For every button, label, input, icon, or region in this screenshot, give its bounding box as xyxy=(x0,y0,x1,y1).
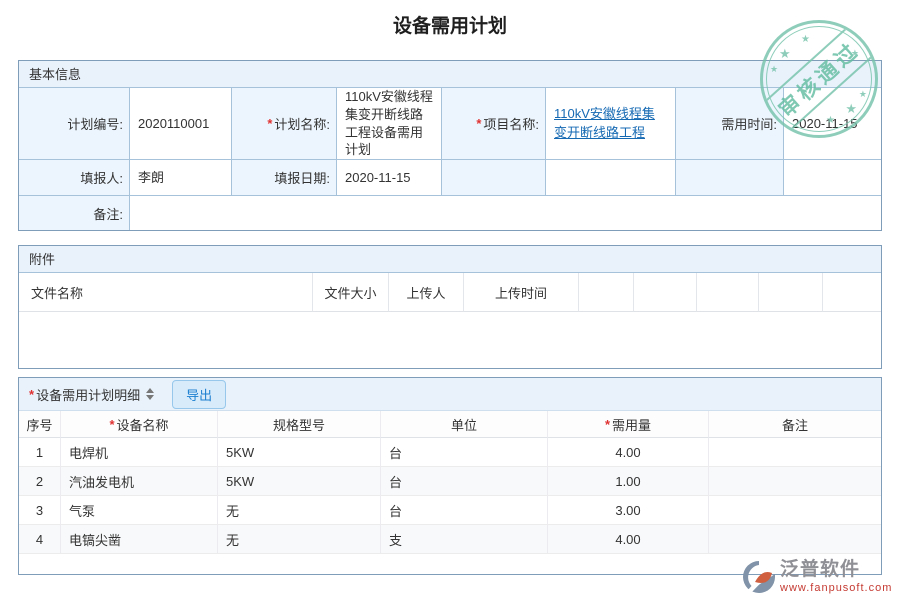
reporter-label: 填报人: xyxy=(19,160,130,196)
table-row: 2 汽油发电机 5KW 台 1.00 xyxy=(19,467,881,496)
required-mark: * xyxy=(267,116,272,131)
equipment-name: 电镐尖凿 xyxy=(61,525,218,554)
basic-info-section-title: 基本信息 xyxy=(19,61,881,88)
required-mark: * xyxy=(29,387,34,402)
attachments-section-title: 附件 xyxy=(19,246,881,273)
equipment-name: 电焊机 xyxy=(61,438,218,467)
equipment-remark xyxy=(709,438,881,467)
attachments-empty-body xyxy=(19,312,881,368)
detail-section-header: * 设备需用计划明细 导出 xyxy=(19,378,881,411)
attachments-col-empty xyxy=(823,273,881,312)
detail-panel: * 设备需用计划明细 导出 序号 *设备名称 规格型号 单位 *需用量 备注 1… xyxy=(18,377,882,575)
plan-no-label: 计划编号: xyxy=(19,88,130,160)
row-index: 3 xyxy=(19,496,61,525)
equipment-remark xyxy=(709,496,881,525)
remark-value xyxy=(130,196,881,230)
attachments-panel: 附件 文件名称 文件大小 上传人 上传时间 xyxy=(18,245,882,369)
attachments-col-empty xyxy=(579,273,634,312)
equipment-spec: 无 xyxy=(218,525,381,554)
equipment-unit: 台 xyxy=(381,467,548,496)
vendor-name: 泛普软件 xyxy=(780,560,892,580)
row-index: 2 xyxy=(19,467,61,496)
sort-icon[interactable] xyxy=(146,388,154,400)
equipment-unit: 支 xyxy=(381,525,548,554)
basic-info-grid: 计划编号: 2020110001 *计划名称: 110kV安徽线程集变开断线路工… xyxy=(19,88,881,230)
equipment-remark xyxy=(709,525,881,554)
vendor-url: www.fanpusoft.com xyxy=(780,582,892,594)
equipment-spec: 5KW xyxy=(218,438,381,467)
detail-col-remark: 备注 xyxy=(709,411,881,438)
detail-col-index: 序号 xyxy=(19,411,61,438)
row-index: 1 xyxy=(19,438,61,467)
attachments-col-empty xyxy=(697,273,759,312)
required-mark: * xyxy=(476,116,481,131)
detail-col-qty: *需用量 xyxy=(548,411,709,438)
detail-col-unit: 单位 xyxy=(381,411,548,438)
report-date-label: 填报日期: xyxy=(232,160,337,196)
table-row: 1 电焊机 5KW 台 4.00 xyxy=(19,438,881,467)
attachments-col-empty xyxy=(634,273,697,312)
empty-value-cell xyxy=(546,160,676,196)
vendor-logo: 泛普软件 www.fanpusoft.com xyxy=(742,560,892,594)
row-index: 4 xyxy=(19,525,61,554)
equipment-unit: 台 xyxy=(381,496,548,525)
equipment-qty: 3.00 xyxy=(548,496,709,525)
detail-section-title: 设备需用计划明细 xyxy=(36,385,140,404)
attachments-col-filesize: 文件大小 xyxy=(313,273,389,312)
fanpu-logo-icon xyxy=(742,560,776,594)
equipment-qty: 1.00 xyxy=(548,467,709,496)
empty-value-cell xyxy=(784,160,881,196)
project-name-cell: 110kV安徽线程集变开断线路工程 xyxy=(546,88,676,160)
empty-label-cell xyxy=(442,160,546,196)
project-name-label: *项目名称: xyxy=(442,88,546,160)
detail-table-header: 序号 *设备名称 规格型号 单位 *需用量 备注 xyxy=(19,411,881,438)
need-time-label: 需用时间: xyxy=(676,88,784,160)
project-name-link[interactable]: 110kV安徽线程集变开断线路工程 xyxy=(554,105,667,141)
detail-col-equipment-name: *设备名称 xyxy=(61,411,218,438)
attachments-col-uploader: 上传人 xyxy=(389,273,464,312)
plan-name-label: *计划名称: xyxy=(232,88,337,160)
page: 设备需用计划 基本信息 计划编号: 2020110001 *计划名称: 110k… xyxy=(0,14,900,575)
table-row: 3 气泵 无 台 3.00 xyxy=(19,496,881,525)
equipment-qty: 4.00 xyxy=(548,525,709,554)
attachments-col-empty xyxy=(759,273,823,312)
equipment-qty: 4.00 xyxy=(548,438,709,467)
vendor-logo-texts: 泛普软件 www.fanpusoft.com xyxy=(780,560,892,594)
equipment-unit: 台 xyxy=(381,438,548,467)
empty-label-cell xyxy=(676,160,784,196)
equipment-remark xyxy=(709,467,881,496)
attachments-col-filename: 文件名称 xyxy=(19,273,313,312)
equipment-name: 气泵 xyxy=(61,496,218,525)
export-button[interactable]: 导出 xyxy=(172,380,226,409)
required-mark: * xyxy=(605,417,610,432)
remark-label: 备注: xyxy=(19,196,130,230)
equipment-spec: 5KW xyxy=(218,467,381,496)
required-mark: * xyxy=(109,417,114,432)
attachments-header-row: 文件名称 文件大小 上传人 上传时间 xyxy=(19,273,881,312)
table-row: 4 电镐尖凿 无 支 4.00 xyxy=(19,525,881,554)
basic-info-panel: 基本信息 计划编号: 2020110001 *计划名称: 110kV安徽线程集变… xyxy=(18,60,882,231)
equipment-spec: 无 xyxy=(218,496,381,525)
detail-col-spec: 规格型号 xyxy=(218,411,381,438)
equipment-name: 汽油发电机 xyxy=(61,467,218,496)
plan-no-value: 2020110001 xyxy=(130,88,232,160)
need-time-value: 2020-11-15 xyxy=(784,88,881,160)
report-date-value: 2020-11-15 xyxy=(337,160,442,196)
reporter-value: 李朗 xyxy=(130,160,232,196)
page-title: 设备需用计划 xyxy=(18,14,882,40)
plan-name-value: 110kV安徽线程集变开断线路工程设备需用计划 xyxy=(337,88,442,160)
attachments-col-uploadtime: 上传时间 xyxy=(464,273,579,312)
